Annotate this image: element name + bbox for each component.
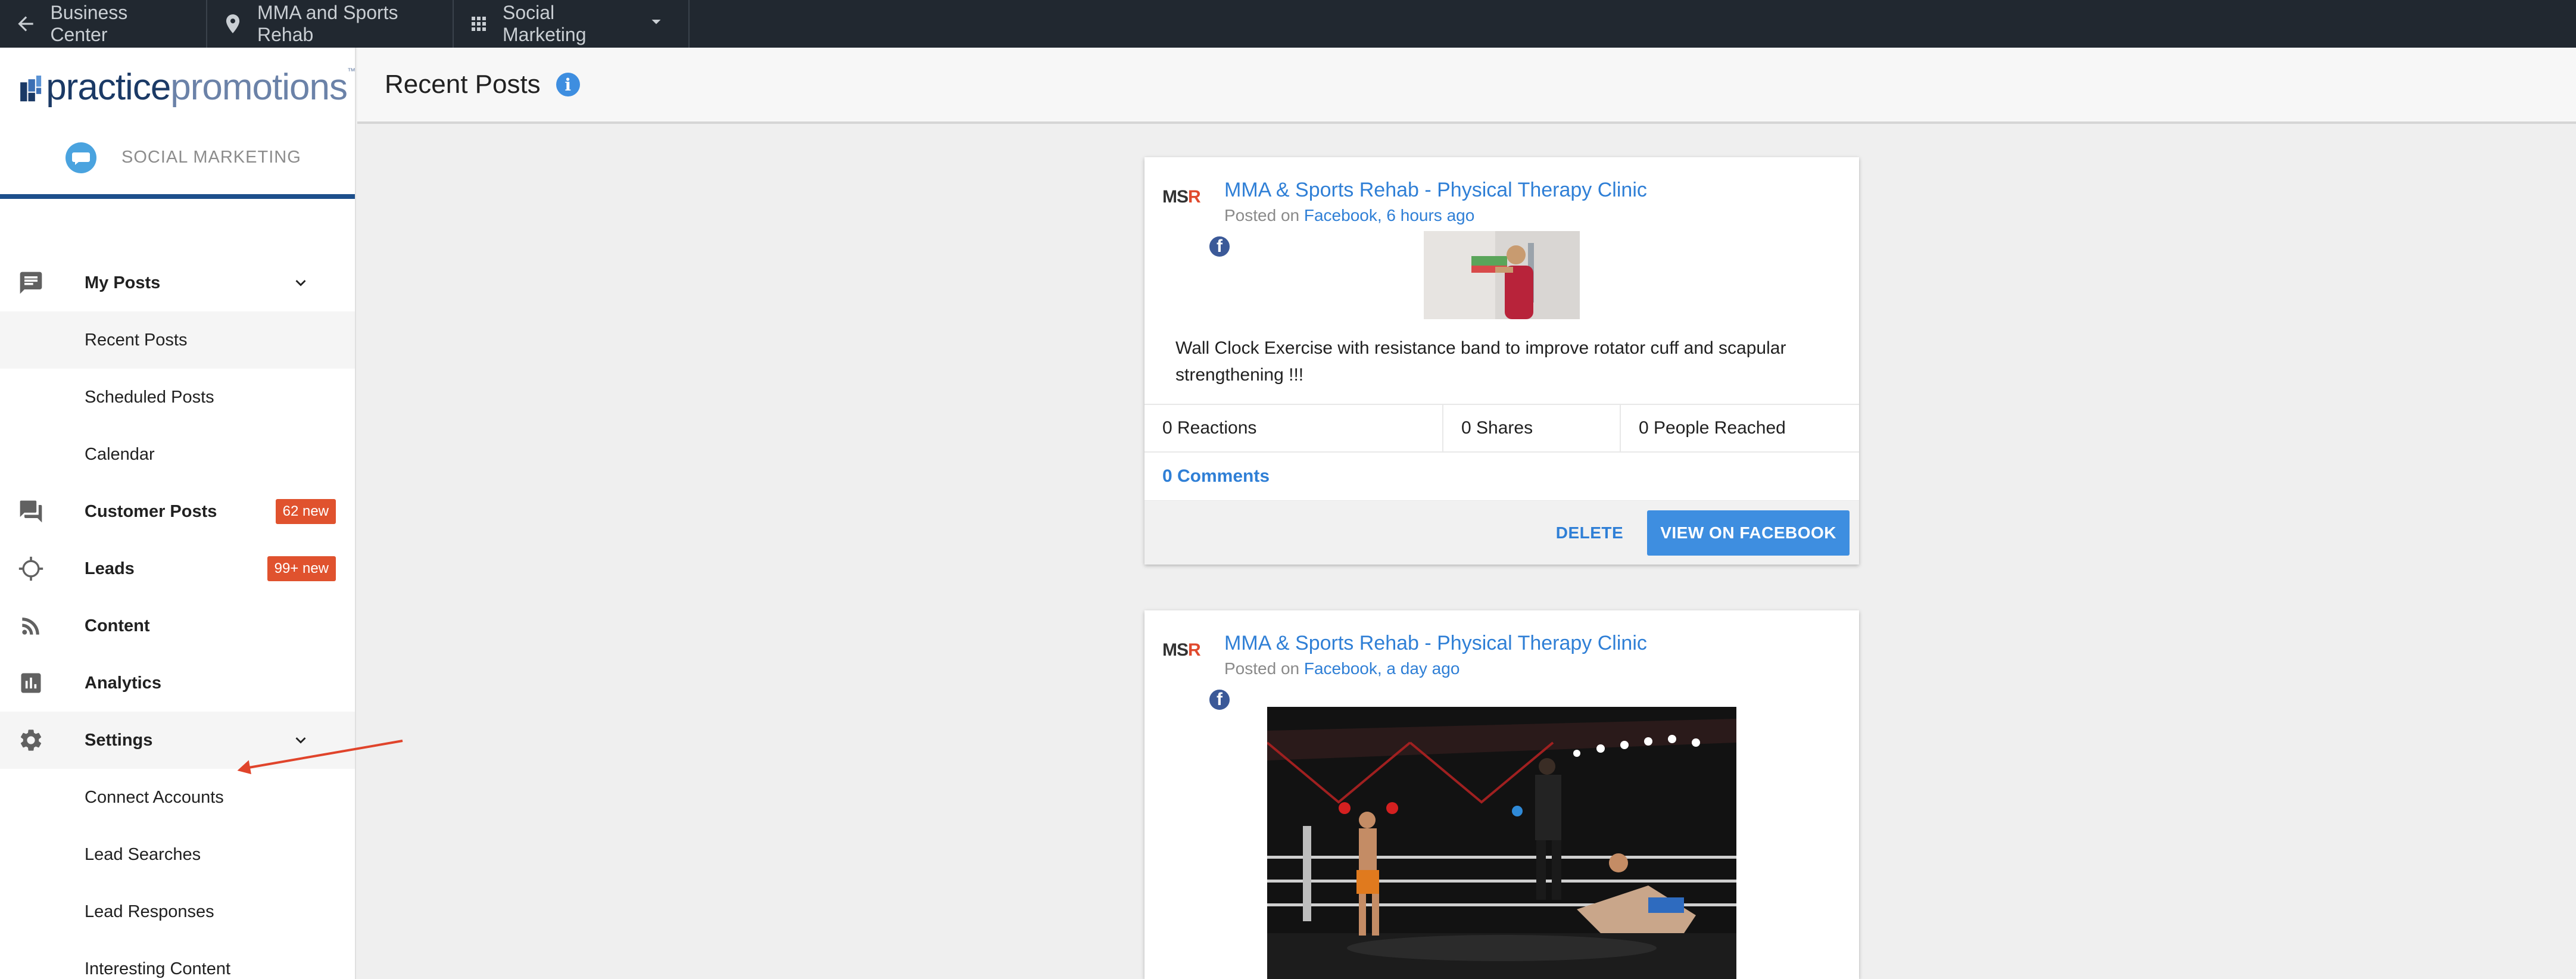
sidebar-item-connect-accounts[interactable]: Connect Accounts [0,769,355,826]
back-label: Business Center [50,2,128,45]
sidebar-item-customer-posts[interactable]: Customer Posts 62 new [0,483,355,540]
sidebar-item-label: Leads [85,559,135,578]
post-card: MSR f MMA & Sports Rehab - Physical Ther… [1144,157,1859,565]
fb-glyph: f [1217,690,1222,709]
post-actions: DELETE VIEW ON FACEBOOK [1144,500,1859,565]
page-name-link[interactable]: MMA & Sports Rehab - Physical Therapy Cl… [1224,179,1647,202]
product-switcher[interactable]: Social Marketing [454,0,690,48]
reactions-stat: 0 Reactions [1144,405,1443,451]
sidebar-item-scheduled-posts[interactable]: Scheduled Posts [0,369,355,426]
sidebar-item-lead-searches[interactable]: Lead Searches [0,826,355,883]
sidebar-item-leads[interactable]: Leads 99+ new [0,540,355,597]
sidebar-item-label: Recent Posts [85,330,188,350]
reached-stat: 0 People Reached [1639,418,1786,438]
bar-chart-icon [18,670,44,696]
sidebar-item-label: My Posts [85,273,161,292]
location-pin-icon [222,12,244,36]
page-name-link[interactable]: MMA & Sports Rehab - Physical Therapy Cl… [1224,632,1647,655]
chevron-down-icon[interactable] [291,273,311,293]
location-selector[interactable]: MMA and Sports Rehab [207,0,454,48]
rss-icon [18,613,44,639]
posted-prefix: Posted on [1224,659,1304,678]
delete-button[interactable]: DELETE [1532,523,1647,542]
shares-stat: 0 Shares [1443,405,1621,451]
post-text: Wall Clock Exercise with resistance band… [1175,338,1786,385]
annotation-arrow [237,740,403,774]
app-name-header: SOCIAL MARKETING [0,127,355,188]
crosshair-icon [18,556,44,582]
post-image[interactable] [1267,707,1736,979]
new-count-badge: 99+ new [267,556,336,581]
post-card: MSR f MMA & Sports Rehab - Physical Ther… [1144,610,1859,979]
view-on-facebook-button[interactable]: VIEW ON FACEBOOK [1647,510,1850,556]
brand-mark-icon [20,75,42,101]
page-avatar[interactable]: MSR f [1162,187,1231,258]
sidebar-item-label: Connect Accounts [85,787,224,807]
sidebar-divider [0,194,355,199]
logo-text-promotions: promotions [170,67,348,108]
app-name-label: SOCIAL MARKETING [121,148,301,167]
sidebar-item-label: Calendar [85,444,155,464]
sidebar-item-my-posts[interactable]: My Posts [0,254,355,311]
sidebar-item-label: Settings [85,730,153,750]
post-header: MSR f MMA & Sports Rehab - Physical Ther… [1144,610,1859,712]
sidebar-item-label: Analytics [85,673,161,693]
facebook-icon: f [1208,235,1231,258]
forum-icon [18,498,44,525]
post-image[interactable] [1424,231,1580,319]
avatar-text: MS [1162,187,1189,207]
chat-icon [18,270,44,296]
logo-text-practice: practice [46,67,171,108]
back-to-business-center[interactable]: Business Center [0,0,207,48]
page-avatar[interactable]: MSR f [1162,640,1231,712]
sidebar-item-label: Lead Searches [85,844,201,864]
info-icon[interactable]: i [556,73,580,96]
post-stats: 0 Reactions 0 Shares 0 People Reached [1144,404,1859,453]
top-bar: Business Center MMA and Sports Rehab Soc… [0,0,2576,48]
sidebar-item-label: Lead Responses [85,902,214,921]
posted-meta: Posted on Facebook, a day ago [1224,659,1459,678]
posted-meta: Posted on Facebook, 6 hours ago [1224,206,1474,225]
posted-prefix: Posted on [1224,206,1304,225]
sidebar-item-content[interactable]: Content [0,597,355,654]
sidebar-item-calendar[interactable]: Calendar [0,426,355,483]
brand-logo: practicepromotions™ [0,48,355,127]
comments-link[interactable]: 0 Comments [1144,453,1859,500]
sidebar-item-label: Interesting Content [85,959,231,978]
avatar-text-accent: R [1188,187,1201,207]
facebook-icon: f [1208,688,1231,712]
new-count-badge: 62 new [275,499,336,524]
fight-photo [1267,707,1736,979]
speech-bubble-icon [66,142,96,173]
page-header: Recent Posts i [357,48,2576,124]
sidebar-item-interesting-content[interactable]: Interesting Content [0,940,355,979]
page-title: Recent Posts [385,70,541,99]
apps-grid-icon [468,12,489,36]
sidebar-item-label: Customer Posts [85,501,217,521]
gear-icon [18,727,44,753]
sidebar-item-lead-responses[interactable]: Lead Responses [0,883,355,940]
sidebar-item-label: Scheduled Posts [85,387,214,407]
avatar-text-accent: R [1188,640,1201,660]
sidebar-item-recent-posts[interactable]: Recent Posts [0,311,355,369]
exercise-photo [1424,231,1580,319]
product-label: Social Marketing [503,2,587,45]
info-glyph: i [565,74,571,95]
sidebar: practicepromotions™ SOCIAL MARKETING My … [0,48,356,979]
sidebar-item-analytics[interactable]: Analytics [0,654,355,712]
avatar-text: MS [1162,640,1189,660]
sidebar-item-label: Content [85,616,150,635]
fb-glyph: f [1217,236,1222,256]
posted-link[interactable]: Facebook, 6 hours ago [1304,206,1474,225]
posted-link[interactable]: Facebook, a day ago [1304,659,1460,678]
location-label: MMA and Sports Rehab [257,2,398,45]
dropdown-caret-icon [645,11,667,37]
logo-tm: ™ [347,66,355,76]
arrow-back-icon [14,12,37,36]
